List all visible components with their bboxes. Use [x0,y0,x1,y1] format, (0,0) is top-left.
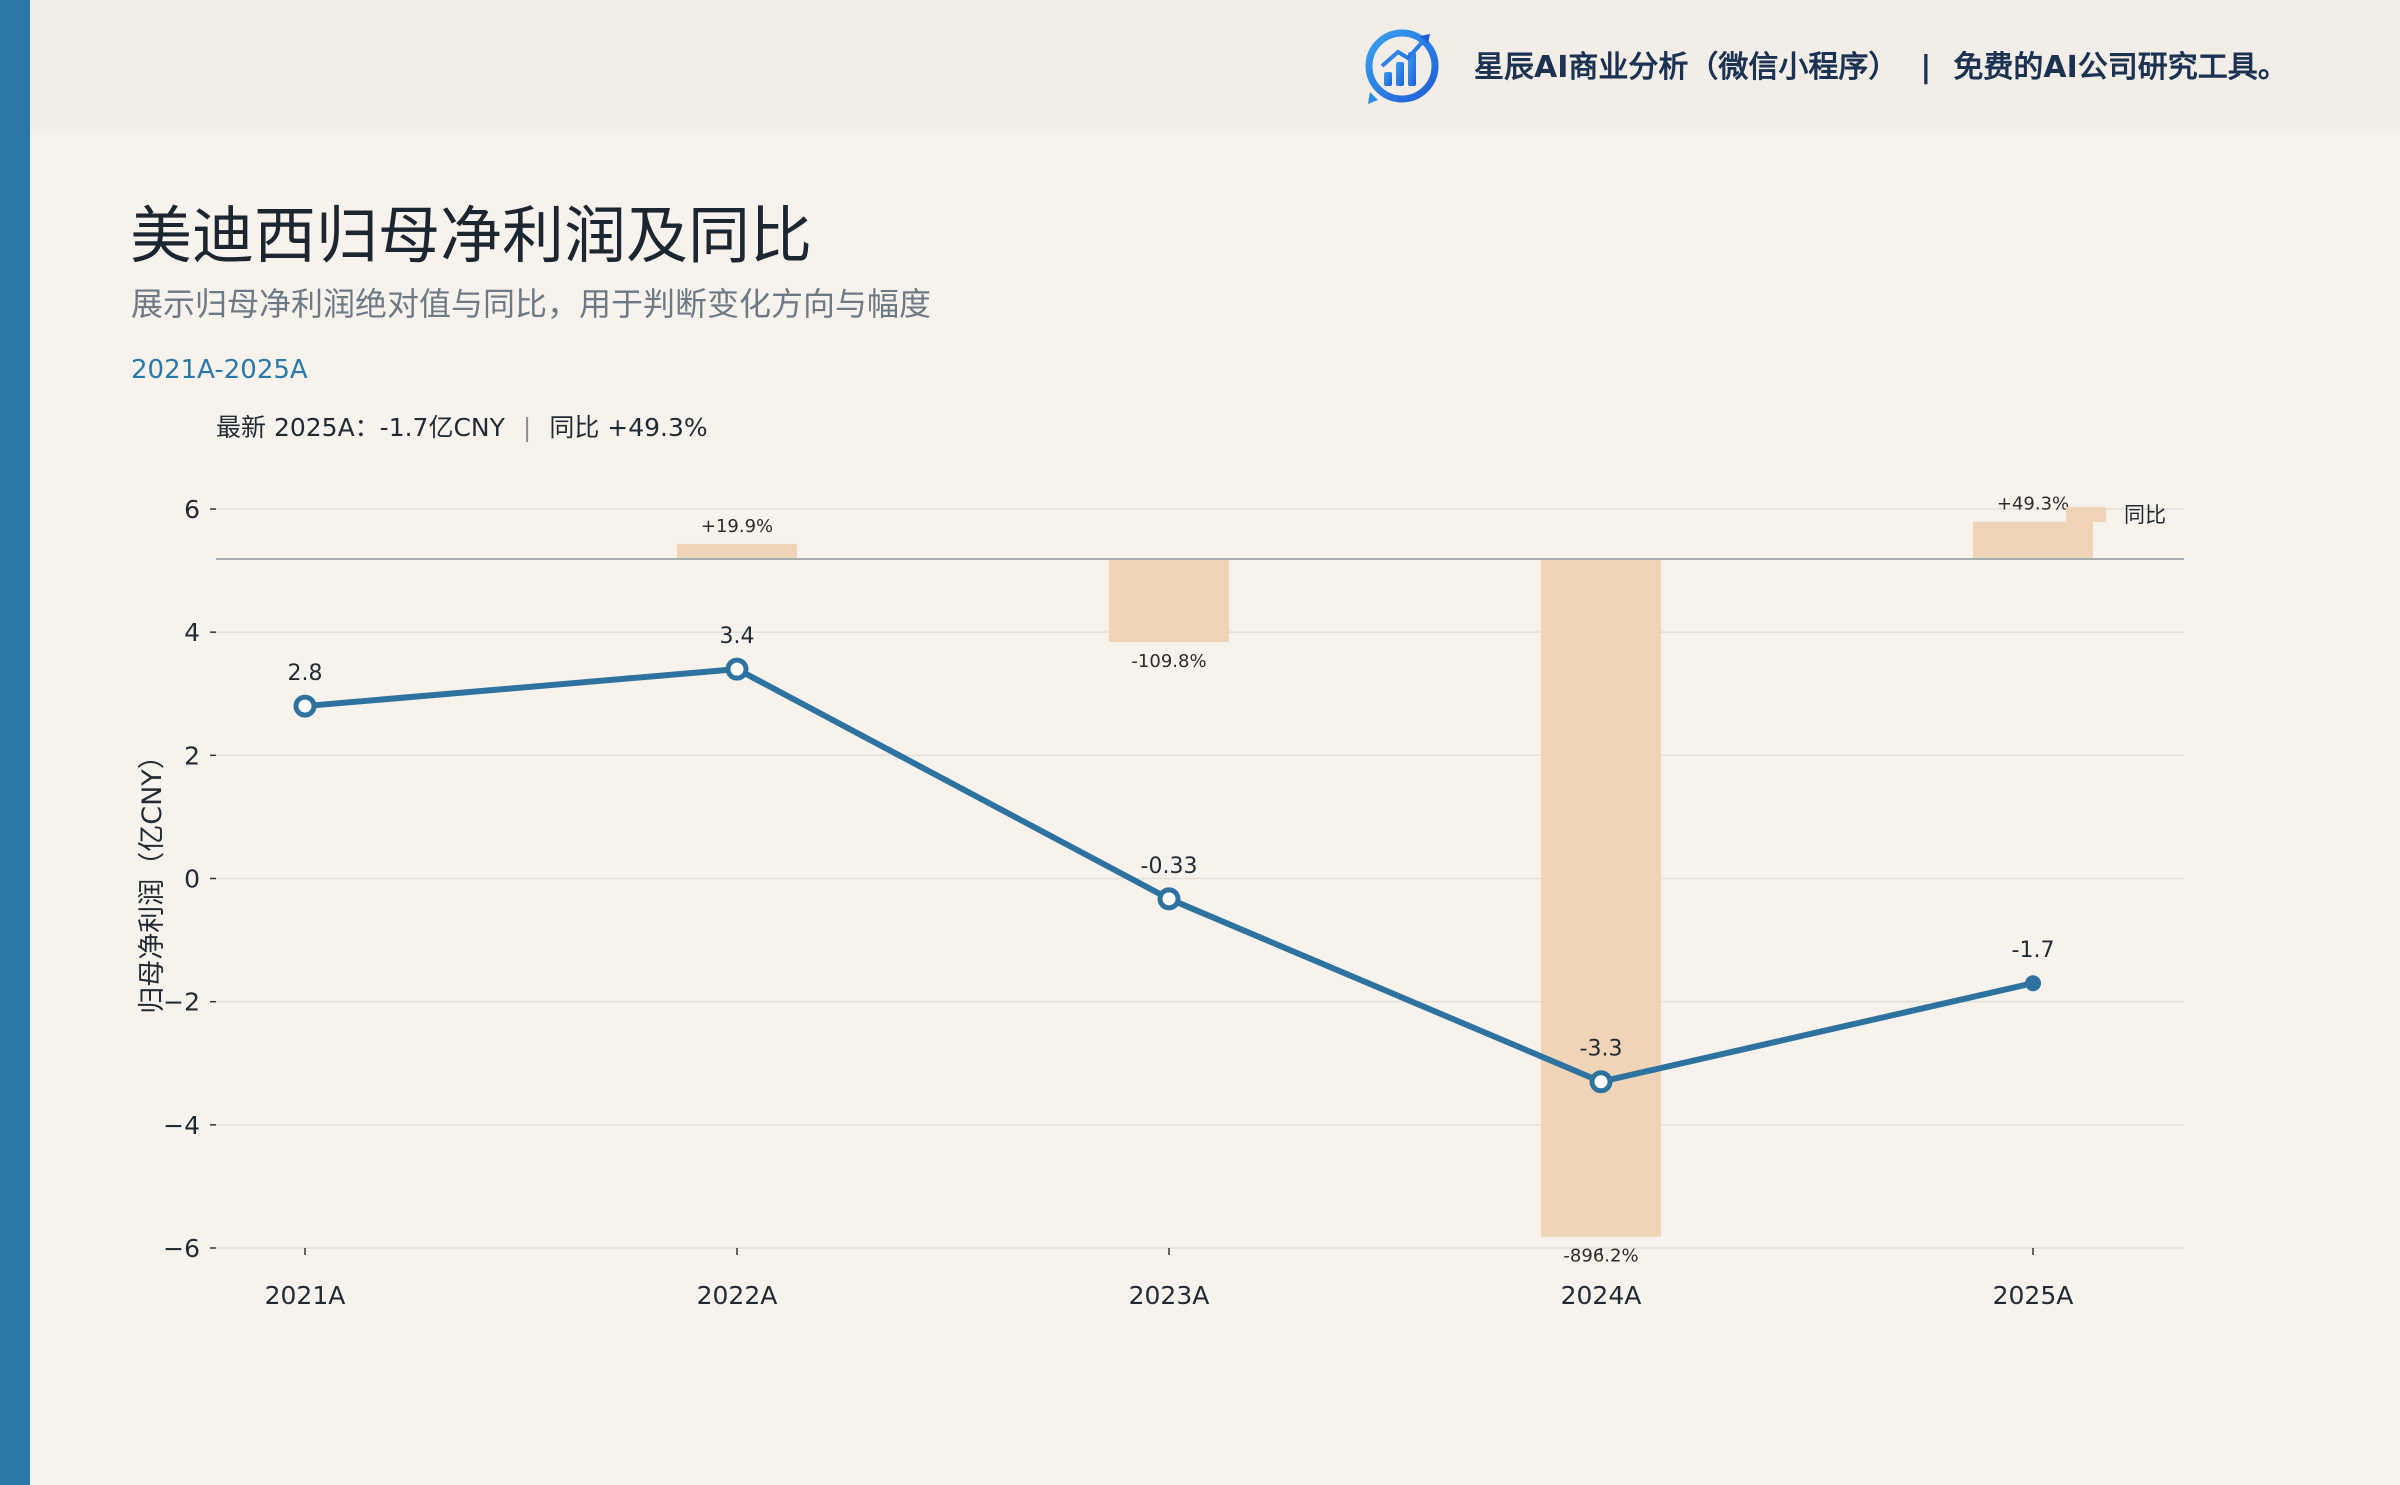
yoy-bar-label: -109.8% [1131,651,1206,672]
x-tick-label: 2024A [1561,1281,1642,1310]
y-tick-label: −4 [163,1111,200,1140]
y-tick-label: 4 [184,618,200,647]
yoy-bar-label: +19.9% [701,516,773,537]
x-tick-label: 2021A [265,1281,346,1310]
data-label: 3.4 [720,624,755,649]
yoy-bar [1109,559,1229,643]
y-tick-label: −2 [163,988,200,1017]
data-point [2025,975,2041,992]
legend-label: 同比 [2124,503,2166,527]
y-tick-label: 0 [184,865,200,894]
yoy-bar [1973,521,2093,559]
data-label: 2.8 [288,661,323,686]
data-label: -1.7 [2012,938,2055,963]
x-tick-label: 2023A [1129,1281,1210,1310]
data-point [1589,1070,1613,1094]
net-profit-chart: 6 4 2 0 −2 −4 −6 归母净利润（亿CNY） 2021A 2022A 2023A 2024… [137,494,2184,1310]
y-tick-label: 6 [184,495,200,524]
data-point [1157,887,1181,911]
yoy-bar [1541,559,1661,1237]
yoy-bar-label: -896.2% [1563,1246,1638,1267]
x-tick-label: 2025A [1993,1281,2074,1310]
data-label: -0.33 [1141,854,1198,879]
y-tick-label: 2 [184,741,200,770]
data-point [725,657,749,681]
y-tick-label: −6 [163,1234,200,1263]
x-tick-label: 2022A [697,1281,778,1310]
legend-swatch [2066,507,2106,522]
yoy-bar-label: +49.3% [1997,494,2069,515]
y-axis-label: 归母净利润（亿CNY） [137,742,168,1014]
data-point [293,694,317,718]
yoy-bar [677,543,797,559]
data-label: -3.3 [1580,1037,1623,1062]
